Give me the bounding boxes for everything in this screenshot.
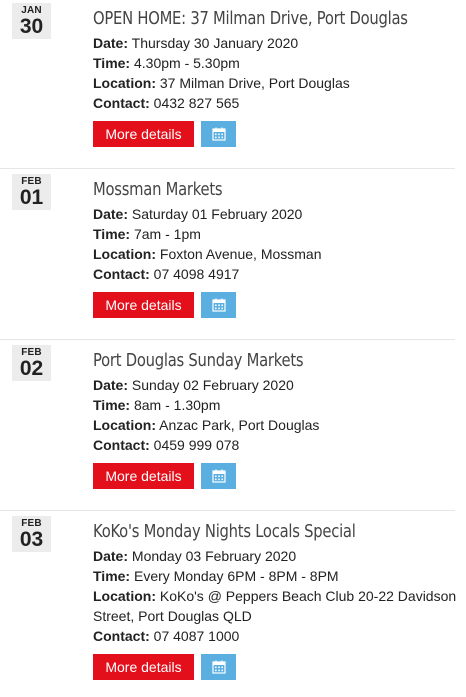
date-badge: JAN 30: [12, 3, 51, 39]
date-label: Date:: [93, 35, 129, 51]
more-details-button[interactable]: More details: [93, 654, 194, 680]
add-to-calendar-button[interactable]: [201, 654, 236, 680]
location-label: Location:: [93, 75, 156, 91]
location-value: 37 Milman Drive, Port Douglas: [156, 75, 350, 91]
date-value: Sunday 02 February 2020: [128, 377, 294, 393]
date-badge: FEB 01: [12, 174, 51, 210]
divider: [0, 339, 455, 340]
event-title[interactable]: Port Douglas Sunday Markets: [93, 349, 304, 373]
calendar-icon: [211, 127, 226, 141]
event-title[interactable]: KoKo's Monday Nights Locals Special: [93, 520, 356, 544]
calendar-icon: [211, 660, 226, 674]
event-details: Date: Saturday 01 February 2020 Time: 7a…: [93, 204, 457, 284]
contact-value[interactable]: 07 4087 1000: [150, 628, 240, 644]
divider: [0, 510, 455, 511]
event-title[interactable]: Mossman Markets: [93, 178, 223, 202]
location-value: Anzac Park, Port Douglas: [156, 417, 320, 433]
date-badge: FEB 02: [12, 345, 51, 381]
time-label: Time:: [93, 397, 131, 413]
date-label: Date:: [93, 548, 129, 564]
contact-value[interactable]: 0459 999 078: [150, 437, 240, 453]
date-row: Date: Thursday 30 January 2020: [93, 33, 457, 53]
location-label: Location:: [93, 246, 156, 262]
location-label: Location:: [93, 588, 156, 604]
time-row: Time: Every Monday 6PM - 8PM - 8PM: [93, 566, 457, 586]
date-badge: FEB 03: [12, 516, 51, 552]
time-value: 4.30pm - 5.30pm: [130, 55, 240, 71]
calendar-icon: [211, 298, 226, 312]
time-value: 7am - 1pm: [130, 226, 201, 242]
location-row: Location: Foxton Avenue, Mossman: [93, 244, 457, 264]
date-label: Date:: [93, 377, 129, 393]
event-details: Date: Sunday 02 February 2020 Time: 8am …: [93, 375, 457, 455]
time-label: Time:: [93, 568, 131, 584]
time-row: Time: 7am - 1pm: [93, 224, 457, 244]
divider: [0, 168, 455, 169]
more-details-button[interactable]: More details: [93, 292, 194, 318]
event-details: Date: Monday 03 February 2020 Time: Ever…: [93, 546, 457, 646]
contact-row: Contact: 0459 999 078: [93, 435, 457, 455]
time-value: Every Monday 6PM - 8PM - 8PM: [130, 568, 339, 584]
more-details-button[interactable]: More details: [93, 463, 194, 489]
contact-label: Contact:: [93, 437, 150, 453]
more-details-button[interactable]: More details: [93, 121, 194, 147]
contact-label: Contact:: [93, 95, 150, 111]
contact-row: Contact: 0432 827 565: [93, 93, 457, 113]
time-label: Time:: [93, 226, 131, 242]
location-row: Location: KoKo's @ Peppers Beach Club 20…: [93, 586, 457, 626]
time-row: Time: 8am - 1.30pm: [93, 395, 457, 415]
date-value: Thursday 30 January 2020: [128, 35, 299, 51]
contact-label: Contact:: [93, 628, 150, 644]
event-details: Date: Thursday 30 January 2020 Time: 4.3…: [93, 33, 457, 113]
date-value: Monday 03 February 2020: [128, 548, 297, 564]
date-row: Date: Saturday 01 February 2020: [93, 204, 457, 224]
date-day: 02: [19, 357, 44, 380]
location-row: Location: 37 Milman Drive, Port Douglas: [93, 73, 457, 93]
add-to-calendar-button[interactable]: [201, 463, 236, 489]
contact-label: Contact:: [93, 266, 150, 282]
add-to-calendar-button[interactable]: [201, 121, 236, 147]
date-day: 30: [19, 15, 44, 38]
date-label: Date:: [93, 206, 129, 222]
contact-row: Contact: 07 4087 1000: [93, 626, 457, 646]
location-value: Foxton Avenue, Mossman: [156, 246, 322, 262]
time-value: 8am - 1.30pm: [130, 397, 221, 413]
contact-value[interactable]: 0432 827 565: [150, 95, 240, 111]
contact-value[interactable]: 07 4098 4917: [150, 266, 240, 282]
location-label: Location:: [93, 417, 156, 433]
date-value: Saturday 01 February 2020: [128, 206, 303, 222]
event-title[interactable]: OPEN HOME: 37 Milman Drive, Port Douglas: [93, 7, 408, 31]
contact-row: Contact: 07 4098 4917: [93, 264, 457, 284]
location-row: Location: Anzac Park, Port Douglas: [93, 415, 457, 435]
time-label: Time:: [93, 55, 131, 71]
time-row: Time: 4.30pm - 5.30pm: [93, 53, 457, 73]
date-day: 01: [19, 186, 44, 209]
date-row: Date: Sunday 02 February 2020: [93, 375, 457, 395]
date-row: Date: Monday 03 February 2020: [93, 546, 457, 566]
add-to-calendar-button[interactable]: [201, 292, 236, 318]
calendar-icon: [211, 469, 226, 483]
date-day: 03: [19, 528, 44, 551]
